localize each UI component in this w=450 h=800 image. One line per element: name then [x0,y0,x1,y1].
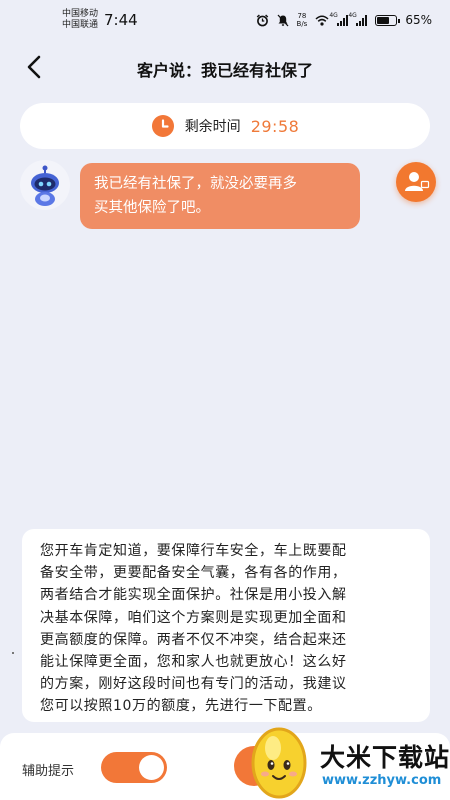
status-time: 7:44 [104,11,138,29]
customer-message-bubble: 我已经有社保了，就没必要再多 买其他保险了吧。 [80,163,360,229]
hint-line: 更高额度的保障。两者不仅不冲突，结合起来还 [40,631,347,648]
wifi-icon [315,15,329,26]
carrier-2: 中国联通 [62,20,99,30]
hint-line: 两者结合才能实现全面保护。社保是用小投入解 [40,587,347,604]
signal-1-tag: 4G [329,11,338,19]
message-line: 我已经有社保了，就没必要再多 [94,176,297,192]
message-line: 买其他保险了吧。 [94,200,210,216]
user-icon [405,172,430,191]
signal-2-tag: 4G [348,11,357,19]
net-speed-value: 78 [297,12,307,20]
watermark-title: 大米下载站 [320,743,450,772]
hint-line: 备安全带，更要配备安全气囊，各有各的作用， [40,565,347,582]
page-title: 客户说：我已经有社保了 [136,61,313,80]
carrier-1: 中国移动 [62,9,99,19]
robot-avatar [20,160,70,210]
watermark: 大米下载站 www.zzhyw.com [236,716,450,800]
hint-line: 您可以按照10万的额度，先进行一下配置。 [40,698,322,715]
hint-line: 决基本保障，咱们这个方案则是实现更加全面和 [40,609,347,626]
status-bar: 中国移动 中国联通 7:44 78 B/s 4G 4G 65% [0,0,450,44]
user-switch-button[interactable] [396,162,436,202]
assist-hint-label: 辅助提示 [22,764,75,779]
clock-icon [151,115,174,137]
alarm-icon [256,13,268,26]
mute-bell-icon [277,14,288,26]
watermark-url: www.zzhyw.com [322,773,442,788]
stray-dot [12,652,14,654]
status-icons: 78 B/s 4G 4G 65% [256,12,432,28]
signal-2-icon: 4G [348,12,368,26]
hint-line: 您开车肯定知道，要保障行车安全，车上既要配 [40,543,347,559]
header: 客户说：我已经有社保了 [0,44,450,90]
battery-percent: 65% [405,13,432,27]
assist-hint-toggle[interactable] [101,752,167,783]
hint-line: 能让保障更全面，您和家人也就更放心！这么好 [40,654,347,671]
watermark-logo [251,727,307,799]
net-speed-unit: B/s [296,20,308,28]
battery-icon [375,14,401,26]
toggle-knob [139,755,164,780]
timer-value: 29:58 [250,116,300,136]
timer-label: 剩余时间 [184,119,241,135]
hint-card: 您开车肯定知道，要保障行车安全，车上既要配 备安全带，更要配备安全气囊，各有各的… [22,529,430,722]
hint-line: 的方案，刚好这段时间也有专门的活动，我建议 [40,676,347,693]
carrier-names: 中国移动 中国联通 [62,9,98,31]
robot-icon [31,165,59,206]
network-speed: 78 B/s [297,12,308,28]
signal-1-icon: 4G [329,12,349,26]
timer-bar: 剩余时间 29:58 [20,103,430,149]
